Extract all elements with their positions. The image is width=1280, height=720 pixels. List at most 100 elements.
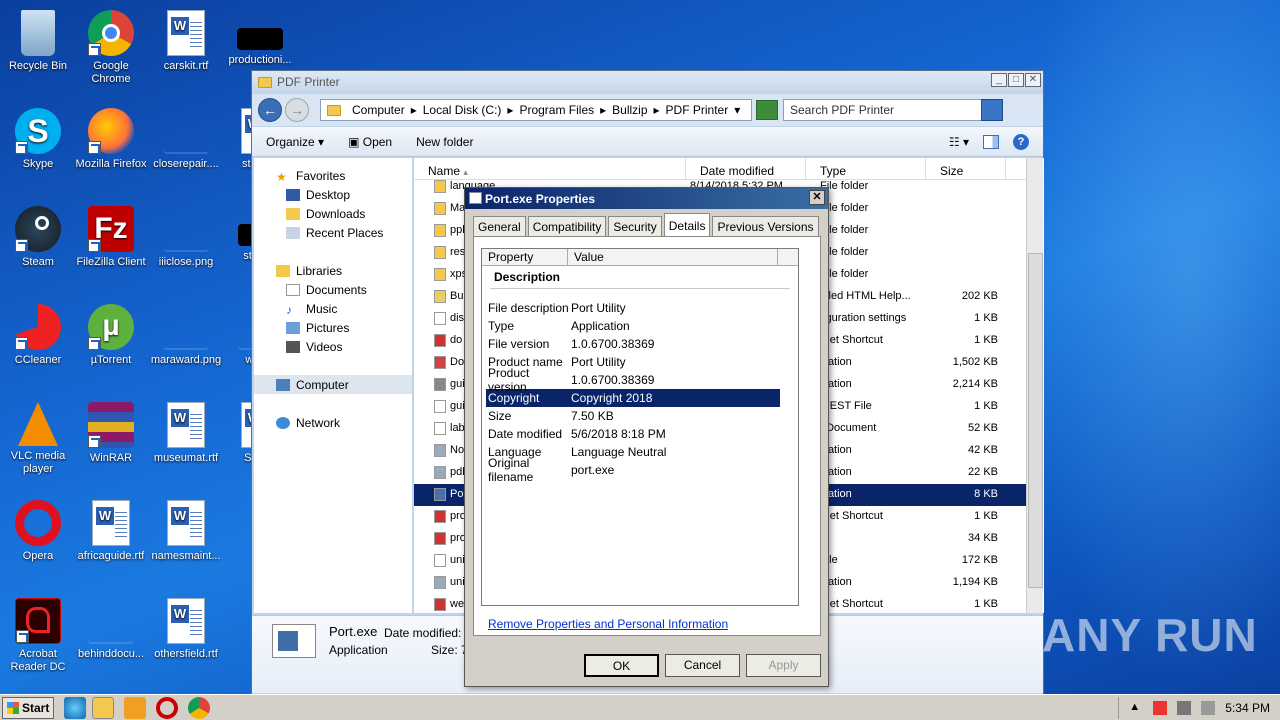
desktop-icon-chrome[interactable]: Google Chrome <box>73 4 149 86</box>
desktop-icon-carskit[interactable]: carskit.rtf <box>148 4 224 73</box>
property-row[interactable]: Size 7.50 KB <box>486 407 780 425</box>
tab-general[interactable]: General <box>473 216 526 236</box>
forward-button[interactable]: → <box>285 98 309 122</box>
search-input[interactable]: Search PDF Printer <box>783 99 1003 121</box>
file-name: lab <box>450 422 465 434</box>
nav-computer[interactable]: Computer <box>254 375 412 394</box>
desktop-icon-filezilla[interactable]: Fz FileZilla Client <box>73 200 149 269</box>
refresh-button[interactable] <box>756 100 778 120</box>
network-tray-icon[interactable] <box>1177 700 1192 715</box>
desktop-icon-vlc[interactable]: VLC media player <box>0 396 76 476</box>
desktop-icon-othersfield[interactable]: othersfield.rtf <box>148 592 224 661</box>
desktop-icon-label: FileZilla Client <box>76 256 146 268</box>
view-options-icon[interactable]: ☷ ▾ <box>949 135 969 149</box>
tab-security[interactable]: Security <box>608 216 662 236</box>
skype-icon: S <box>15 108 61 154</box>
opera-taskbar-icon[interactable] <box>156 696 178 719</box>
desktop-icon-steam[interactable]: Steam <box>0 200 76 269</box>
watermark: ANY RUN <box>1042 609 1258 661</box>
property-row[interactable]: Original filename port.exe <box>486 456 780 484</box>
star-icon: ★ <box>276 169 287 184</box>
preview-pane-icon[interactable] <box>983 134 999 149</box>
search-icon[interactable] <box>981 99 1003 121</box>
internet-explorer-icon[interactable] <box>64 696 86 719</box>
open-button[interactable]: ▣ Open <box>348 135 392 149</box>
desktop-icon-skype[interactable]: S Skype <box>0 102 76 171</box>
ok-button[interactable]: OK <box>584 654 659 677</box>
help-icon[interactable]: ? <box>1013 133 1029 150</box>
desktop-icon-ccleaner[interactable]: CCleaner <box>0 298 76 367</box>
media-player-icon[interactable] <box>124 696 146 719</box>
column-value[interactable]: Value <box>568 249 778 265</box>
column-property[interactable]: Property <box>482 249 568 265</box>
desktop-icon-utorrent[interactable]: µ µTorrent <box>73 298 149 367</box>
start-button[interactable]: Start <box>2 696 54 719</box>
cancel-button[interactable]: Cancel <box>665 654 740 677</box>
maximize-button[interactable]: □ <box>1008 73 1024 87</box>
apply-button[interactable]: Apply <box>746 654 821 677</box>
tab-details[interactable]: Details <box>663 213 711 237</box>
nav-desktop[interactable]: Desktop <box>254 185 412 204</box>
breadcrumb-bullzip[interactable]: Bullzip <box>612 103 647 117</box>
file-type-icon <box>434 422 446 435</box>
breadcrumb-pdf-printer[interactable]: PDF Printer <box>666 103 729 117</box>
desktop-icon-africaguide[interactable]: africaguide.rtf <box>73 494 149 563</box>
nav-recent-places[interactable]: Recent Places <box>254 223 412 242</box>
desktop-icon-museumat[interactable]: museumat.rtf <box>148 396 224 465</box>
file-name: we <box>450 598 465 610</box>
action-center-icon[interactable] <box>1153 700 1168 715</box>
tab-previous-versions[interactable]: Previous Versions <box>712 216 819 236</box>
volume-icon[interactable] <box>1201 700 1216 715</box>
properties-list[interactable]: Property Value Description File descript… <box>481 248 799 606</box>
desktop-icon-firefox[interactable]: Mozilla Firefox <box>73 102 149 171</box>
desktop-icon-opera[interactable]: Opera <box>0 494 76 563</box>
property-row[interactable]: Date modified 5/6/2018 8:18 PM <box>486 425 780 443</box>
nav-music[interactable]: ♪ Music <box>254 299 412 318</box>
chrome-taskbar-icon[interactable] <box>188 696 210 719</box>
close-button[interactable]: ✕ <box>1025 73 1041 87</box>
minimize-button[interactable]: _ <box>991 73 1007 87</box>
nav-documents[interactable]: Documents <box>254 280 412 299</box>
desktop-icon-maraward[interactable]: maraward.png <box>148 298 224 367</box>
organize-button[interactable]: Organize ▾ <box>266 135 324 149</box>
property-row[interactable]: Type Application <box>486 317 780 335</box>
desktop-icon-behinddocu[interactable]: behinddocu... <box>73 592 149 661</box>
desktop-icon-namesmaint[interactable]: namesmaint... <box>148 494 224 563</box>
property-row[interactable]: Copyright Copyright 2018 <box>486 389 780 407</box>
nav-favorites[interactable]: ★ Favorites <box>254 166 412 185</box>
address-bar[interactable]: Computer ▸ Local Disk (C:) ▸ Program Files… <box>320 99 752 121</box>
dialog-titlebar[interactable]: Port.exe Properties ✕ <box>465 188 828 209</box>
property-row[interactable]: Product version 1.0.6700.38369 <box>486 366 780 394</box>
explorer-taskbar-icon[interactable] <box>92 696 114 719</box>
tray-arrow-icon[interactable]: ▲ <box>1129 701 1143 715</box>
back-button[interactable]: ← <box>258 98 282 122</box>
remove-properties-link[interactable]: Remove Properties and Personal Informati… <box>488 617 728 631</box>
file-size: 1,194 KB <box>952 576 998 588</box>
file-size: 1,502 KB <box>952 356 998 368</box>
desktop-icon-acrobat[interactable]: Acrobat Reader DC <box>0 592 76 674</box>
nav-pictures[interactable]: Pictures <box>254 318 412 337</box>
property-row[interactable]: File version 1.0.6700.38369 <box>486 335 780 353</box>
breadcrumb-local-disk[interactable]: Local Disk (C:) <box>423 103 502 117</box>
vertical-scrollbar[interactable] <box>1026 158 1043 613</box>
file-type-icon <box>434 356 446 369</box>
property-row[interactable]: File description Port Utility <box>486 299 780 317</box>
desktop-icon-recycle-bin[interactable]: Recycle Bin <box>0 4 76 73</box>
breadcrumb-computer[interactable]: Computer <box>352 103 405 117</box>
desktop-icon-winrar[interactable]: WinRAR <box>73 396 149 465</box>
desktop-icon-closerepair[interactable]: closerepair.... <box>148 102 224 171</box>
nav-network[interactable]: Network <box>254 413 412 432</box>
nav-downloads[interactable]: Downloads <box>254 204 412 223</box>
opera-icon <box>15 500 61 546</box>
explorer-titlebar[interactable]: PDF Printer _ □ ✕ <box>252 71 1043 93</box>
breadcrumb-program-files[interactable]: Program Files <box>519 103 594 117</box>
new-folder-button[interactable]: New folder <box>416 135 473 149</box>
clock[interactable]: 5:34 PM <box>1225 701 1270 715</box>
dialog-close-button[interactable]: ✕ <box>809 190 825 205</box>
nav-videos[interactable]: Videos <box>254 337 412 356</box>
desktop-icon-productioni[interactable]: productioni... <box>222 4 298 67</box>
nav-libraries[interactable]: Libraries <box>254 261 412 280</box>
tab-compatibility[interactable]: Compatibility <box>527 216 607 236</box>
desktop-icon-iiiclose[interactable]: iiiclose.png <box>148 200 224 269</box>
scrollbar-thumb[interactable] <box>1028 253 1043 588</box>
